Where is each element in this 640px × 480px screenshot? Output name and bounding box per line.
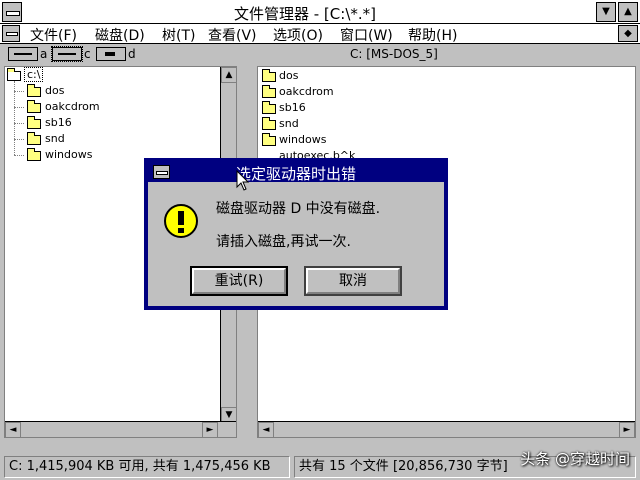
scroll-right-button[interactable]: ►: [202, 422, 218, 437]
menu-window[interactable]: 窗口(W): [340, 25, 393, 45]
folder-icon: [27, 100, 41, 113]
scroll-up-button[interactable]: ▲: [221, 67, 236, 83]
menu-bar: 文件(F) 磁盘(D) 树(T) 查看(V) 选项(O) 窗口(W) 帮助(H)…: [0, 24, 640, 44]
file-item-sb16[interactable]: sb16: [279, 101, 306, 114]
folder-icon: [27, 148, 41, 161]
drive-c-label[interactable]: c: [84, 47, 91, 61]
drive-bar: a c d C: [MS-DOS_5]: [0, 44, 640, 64]
tree-item-dos[interactable]: dos: [45, 84, 64, 97]
menu-options[interactable]: 选项(O): [273, 25, 323, 45]
menu-view[interactable]: 查看(V): [208, 25, 257, 45]
scroll-right-button[interactable]: ►: [619, 422, 635, 437]
tree-item-windows[interactable]: windows: [45, 148, 92, 161]
volume-label: C: [MS-DOS_5]: [350, 47, 438, 61]
folder-icon: [262, 101, 276, 114]
window-titlebar[interactable]: 文件管理器 - [C:\*.*] ▼ ▲: [0, 0, 640, 24]
folder-icon: [262, 85, 276, 98]
tree-root[interactable]: c:\: [23, 67, 44, 82]
menu-disk[interactable]: 磁盘(D): [95, 25, 145, 45]
tree-connector: [14, 81, 15, 155]
drive-d-icon[interactable]: [96, 47, 126, 61]
folder-icon: [262, 117, 276, 130]
menu-tree[interactable]: 树(T): [162, 25, 195, 45]
tree-item-oakcdrom[interactable]: oakcdrom: [45, 100, 100, 113]
open-folder-icon: [7, 68, 21, 81]
menu-file[interactable]: 文件(F): [30, 25, 77, 45]
dialog-title: 选定驱动器时出错: [235, 165, 356, 183]
drive-a-icon[interactable]: [8, 47, 38, 61]
cancel-button-label: 取消: [339, 273, 367, 289]
minimize-button[interactable]: ▼: [596, 2, 616, 22]
exclamation-icon: [164, 204, 198, 238]
file-horizontal-scrollbar[interactable]: ◄ ►: [258, 421, 635, 437]
tree-item-sb16[interactable]: sb16: [45, 116, 72, 129]
dialog-message-line2: 请插入磁盘,再试一次.: [216, 234, 351, 250]
drive-d-label[interactable]: d: [128, 47, 136, 61]
child-system-menu-button[interactable]: [2, 25, 20, 42]
folder-icon: [27, 84, 41, 97]
folder-icon: [262, 69, 276, 82]
disk-space-status: C: 1,415,904 KB 可用, 共有 1,475,456 KB: [4, 456, 290, 478]
file-item-oakcdrom[interactable]: oakcdrom: [279, 85, 334, 98]
restore-child-button[interactable]: ◆: [618, 25, 638, 42]
window-title: 文件管理器 - [C:\*.*]: [233, 5, 376, 23]
folder-icon: [262, 133, 276, 146]
file-item-windows[interactable]: windows: [279, 133, 326, 146]
retry-button-label: 重试(R): [214, 273, 264, 289]
file-item-snd[interactable]: snd: [279, 117, 299, 130]
tree-horizontal-scrollbar[interactable]: ◄ ►: [5, 421, 236, 437]
maximize-button[interactable]: ▲: [618, 2, 638, 22]
mouse-cursor-icon: [236, 170, 250, 191]
scroll-left-button[interactable]: ◄: [5, 422, 21, 437]
dialog-titlebar[interactable]: 选定驱动器时出错: [148, 162, 444, 183]
drive-error-dialog: 选定驱动器时出错 磁盘驱动器 D 中没有磁盘. 请插入磁盘,再试一次. 重试(R…: [144, 158, 448, 310]
scroll-left-button[interactable]: ◄: [258, 422, 274, 437]
watermark: 头条 @穿越时间: [520, 450, 630, 468]
tree-item-snd[interactable]: snd: [45, 132, 65, 145]
dialog-message-line1: 磁盘驱动器 D 中没有磁盘.: [216, 201, 381, 217]
drive-a-label[interactable]: a: [40, 47, 47, 61]
cancel-button[interactable]: 取消: [304, 266, 402, 296]
file-item-dos[interactable]: dos: [279, 69, 298, 82]
retry-button[interactable]: 重试(R): [190, 266, 288, 296]
folder-icon: [27, 116, 41, 129]
system-menu-button[interactable]: [2, 2, 22, 22]
drive-c-icon[interactable]: [51, 46, 83, 62]
folder-icon: [27, 132, 41, 145]
menu-help[interactable]: 帮助(H): [408, 25, 457, 45]
